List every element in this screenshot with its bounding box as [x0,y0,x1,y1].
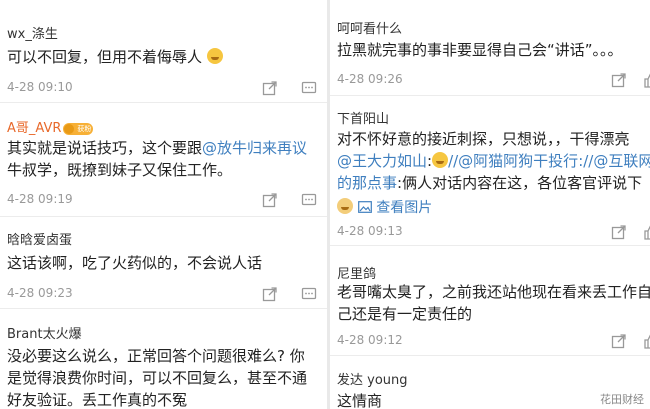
view-image-link[interactable]: 查看图片 [357,200,432,216]
commenter-name-text[interactable]: A哥_AVR [7,121,61,136]
commenter-name[interactable]: 呵呵看什么 [337,18,402,37]
comment-text: 对不怀好意的接近刺探，只想说，，干得漂亮 @王大力如山://@阿猫阿狗干投行:/… [337,128,650,219]
comment-text: 这情商 [337,392,383,409]
like-icon[interactable] [644,224,650,244]
commenter-name[interactable]: 晗晗爱卤蛋 [7,229,72,248]
comment-text: 拉黑就完事的事非要显得自己会“讲话”。。。 [337,41,623,59]
like-icon[interactable] [644,333,650,353]
mention-link[interactable]: @放牛归来再议 [202,139,307,157]
commenter-name[interactable]: 下首阳山 [337,108,389,127]
laughing-emoji-icon [432,152,449,168]
comment-text: 没必要这么说么，正常回答个问题很难么? 你 是觉得浪费你时间，可以不回复么，甚至… [7,345,307,409]
comment-actions [262,191,317,207]
share-icon[interactable] [611,333,627,353]
commenter-name[interactable]: A哥_AVR 获粉 [7,117,94,136]
comment-line: 可以不回复，但用不着侮辱人 [7,48,203,66]
comment-actions [611,223,650,240]
comment-text: 这话该啊，吃了火药似的，不会说人话 [7,254,263,272]
comment-line: 其实就是说话技巧，这个要跟 [7,139,203,157]
comment-timestamp: 4-28 09:10 [7,80,73,94]
mention-link[interactable]: 的那点事 [337,174,397,192]
right-comment-column: 呵呵看什么 拉黑就完事的事非要显得自己会“讲话”。。。 4-28 09:26 下… [330,0,650,409]
comment-actions [262,79,317,95]
laughing-emoji-icon [206,48,223,64]
share-icon[interactable] [262,192,278,212]
comment-line: :俩人对话内容在这，各位客官评说下 [397,174,643,192]
comment-line: 没必要这么说么，正常回答个问题很难么? 你 [7,347,305,365]
commenter-name[interactable]: 发达 young [337,369,408,388]
comment-reply-icon[interactable] [301,192,317,212]
view-image-label[interactable]: 查看图片 [376,200,432,216]
mention-link[interactable]: @王大力如山 [337,152,427,170]
comment-line: 是觉得浪费你时间，可以不回复么，甚至不通 [7,369,308,387]
comment-timestamp: 4-28 09:13 [337,224,403,238]
fan-badge: 获粉 [63,122,94,135]
comment-text: 其实就是说话技巧，这个要跟@放牛归来再议 牛叔学，既撩到妹子又保住工作。 [7,137,307,181]
share-icon[interactable] [262,80,278,100]
comment-actions [611,71,650,88]
comment-line: 对不怀好意的接近刺探，只想说，，干得漂亮 [337,130,630,148]
comment-actions [262,285,317,301]
comment-timestamp: 4-28 09:12 [337,333,403,347]
mention-link[interactable]: ://@互联网 [578,152,650,170]
comment-timestamp: 4-28 09:26 [337,72,403,86]
mention-link[interactable]: //@阿猫阿狗干投行 [448,152,578,170]
badge-icon [64,123,75,134]
comment-line: 老哥嘴太臭了，之前我还站他现在看来丢工作自 [337,283,650,301]
comment-text: 老哥嘴太臭了，之前我还站他现在看来丢工作自 己还是有一定责任的 [337,281,650,325]
like-icon[interactable] [644,72,650,92]
emoji-icon [337,198,353,214]
comment-text: 可以不回复，但用不着侮辱人 [7,46,223,68]
commenter-name[interactable]: 尼里鸽 [337,263,376,282]
share-icon[interactable] [611,72,627,92]
comment-line: 好友验证。丢工作真的不冤 [7,391,188,409]
comment-item: 尼里鸽 老哥嘴太臭了，之前我还站他现在看来丢工作自 己还是有一定责任的 4-28… [330,246,650,356]
comment-item: Brant太火爆 没必要这么说么，正常回答个问题很难么? 你 是觉得浪费你时间，… [0,309,327,409]
share-icon[interactable] [611,224,627,244]
comment-line: 己还是有一定责任的 [337,305,473,323]
comment-item: 呵呵看什么 拉黑就完事的事非要显得自己会“讲话”。。。 4-28 09:26 [330,0,650,96]
comment-reply-icon[interactable] [301,286,317,306]
image-icon [357,201,372,213]
badge-label: 获粉 [77,124,92,133]
commenter-name[interactable]: wx_涤生 [7,23,58,42]
share-icon[interactable] [262,286,278,306]
comment-timestamp: 4-28 09:23 [7,286,73,300]
comment-reply-icon[interactable] [301,80,317,100]
comment-item: 下首阳山 对不怀好意的接近刺探，只想说，，干得漂亮 @王大力如山://@阿猫阿狗… [330,96,650,246]
watermark-text: 花田财经 [600,393,644,406]
comment-item: wx_涤生 可以不回复，但用不着侮辱人 4-28 09:10 [0,0,327,103]
comment-line: 牛叔学，既撩到妹子又保住工作。 [7,161,233,179]
left-comment-column: wx_涤生 可以不回复，但用不着侮辱人 4-28 09:10 A哥_AVR 获粉 … [0,0,327,409]
comment-timestamp: 4-28 09:19 [7,192,73,206]
comment-item: 晗晗爱卤蛋 这话该啊，吃了火药似的，不会说人话 4-28 09:23 [0,217,327,309]
comment-actions [611,332,650,349]
comment-item: A哥_AVR 获粉 其实就是说话技巧，这个要跟@放牛归来再议 牛叔学，既撩到妹子又… [0,103,327,217]
commenter-name[interactable]: Brant太火爆 [7,323,82,342]
